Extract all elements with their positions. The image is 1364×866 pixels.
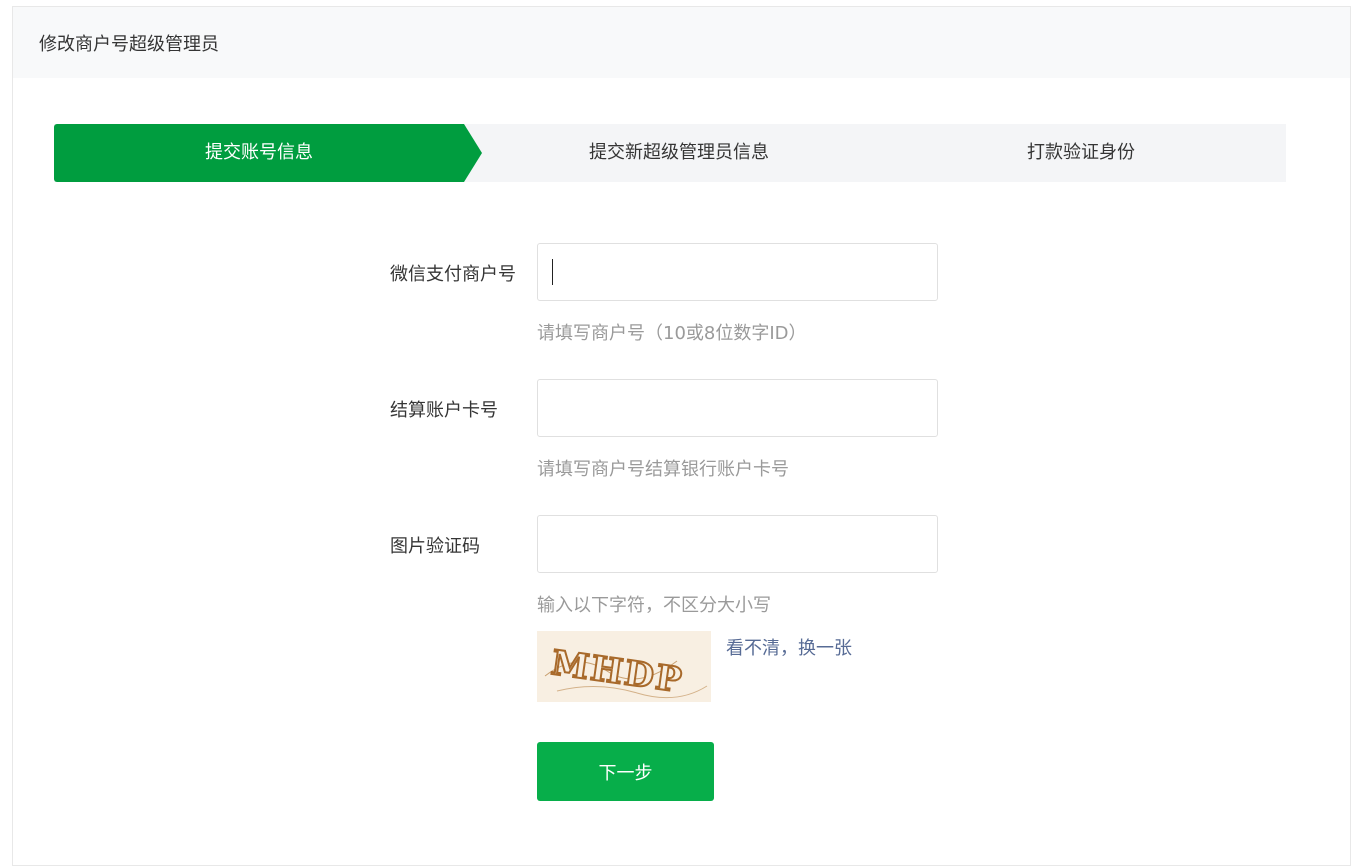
captcha-image[interactable]: MHDP [537,631,711,702]
merchant-id-input[interactable] [537,243,938,301]
step-indicator: 提交账号信息 提交新超级管理员信息 打款验证身份 [54,124,1286,182]
account-no-hint: 请填写商户号结算银行账户卡号 [537,459,789,480]
next-step-button[interactable]: 下一步 [537,742,714,801]
merchant-id-label: 微信支付商户号 [390,264,516,285]
step-new-admin-info: 提交新超级管理员信息 [589,142,769,163]
text-caret [552,259,553,285]
account-no-label: 结算账户卡号 [390,400,498,421]
captcha-hint: 输入以下字符，不区分大小写 [537,595,771,616]
captcha-label: 图片验证码 [390,536,480,557]
step-submit-account: 提交账号信息 [205,142,313,163]
refresh-captcha-link[interactable]: 看不清，换一张 [726,634,852,660]
captcha-graphic: MHDP [544,642,708,702]
account-no-input[interactable] [537,379,938,437]
step-payment-verify: 打款验证身份 [1027,142,1135,163]
captcha-input[interactable] [537,515,938,573]
merchant-id-hint: 请填写商户号（10或8位数字ID） [537,323,807,344]
page-title: 修改商户号超级管理员 [13,7,1350,78]
captcha-text: MHDP [549,643,686,701]
